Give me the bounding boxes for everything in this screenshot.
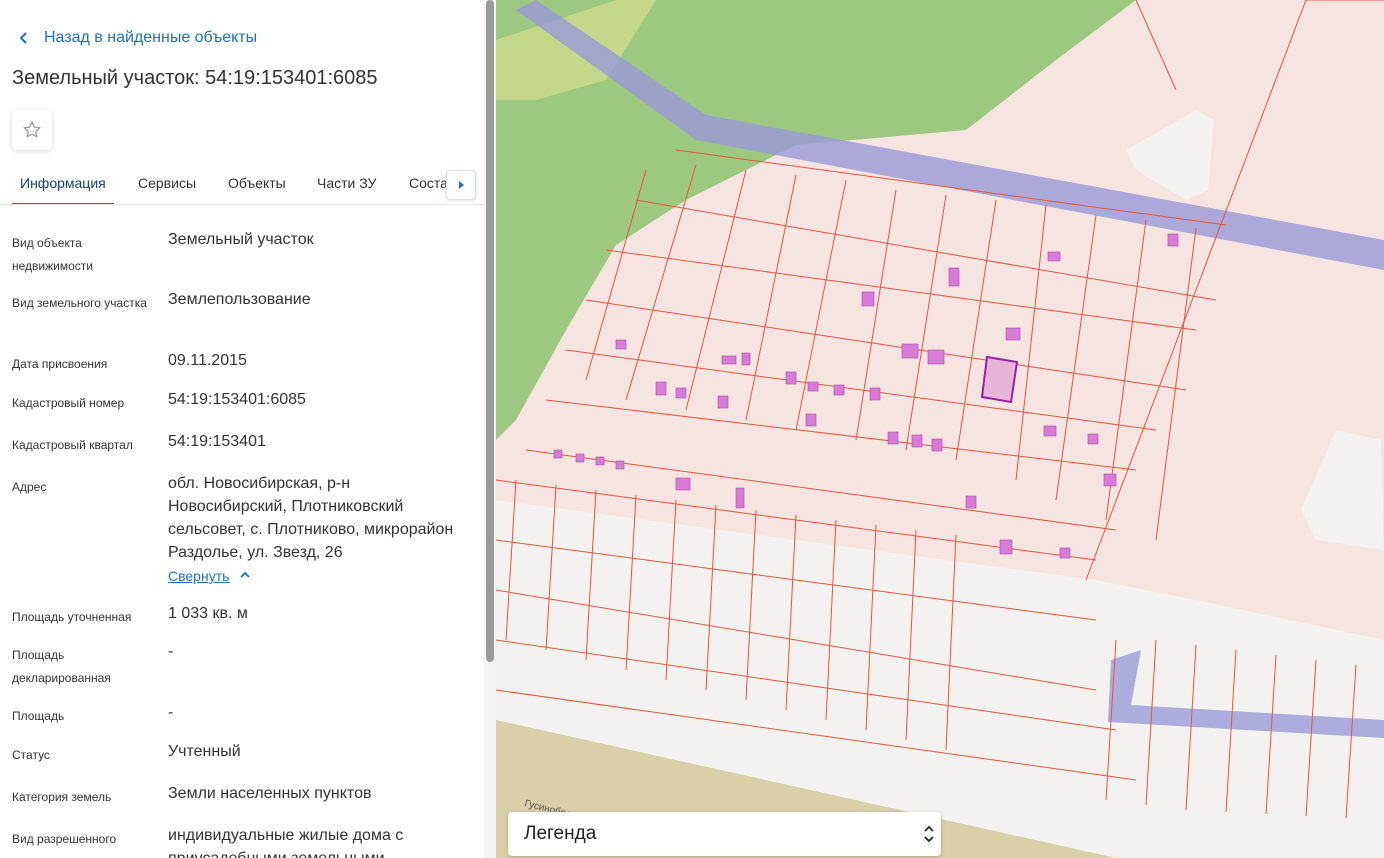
building (948, 267, 960, 287)
building (615, 339, 627, 350)
selected-parcel[interactable] (980, 355, 1019, 404)
building (675, 477, 691, 491)
tab-info[interactable]: Информация (12, 163, 114, 204)
field-label: Площадь уточненная (12, 610, 132, 624)
building (741, 352, 751, 366)
building (901, 343, 919, 359)
building (805, 413, 817, 427)
chevron-right-icon (459, 181, 464, 189)
collapse-link[interactable]: Свернуть (168, 568, 251, 584)
cadastral-map[interactable]: Гусинобро Легенда (496, 0, 1384, 858)
building (1043, 425, 1057, 437)
map-canvas[interactable]: Гусинобро (496, 0, 1384, 858)
building (1047, 251, 1061, 262)
building (931, 438, 943, 452)
building (887, 431, 899, 445)
building (869, 387, 881, 401)
field-value: Земельный участок (168, 231, 314, 248)
field-label: Площадь (12, 709, 65, 723)
tab-scroll-button[interactable] (446, 170, 476, 200)
field-value: 54:19:153401 (168, 433, 266, 450)
field-label: Вид земельного участка (12, 296, 147, 310)
building (717, 395, 729, 409)
field-label: Площадь декларированная (12, 648, 111, 685)
field-value: Землепользование (168, 291, 311, 308)
field-label: Вид разрешенного (12, 832, 117, 846)
star-outline-icon (23, 121, 41, 138)
info-panel: Назад в найденные объекты Земельный учас… (0, 0, 484, 858)
building (861, 291, 875, 307)
field-label: Статус (12, 748, 50, 762)
building (615, 460, 625, 470)
panel-scrollbar[interactable] (484, 0, 496, 858)
building (1087, 433, 1099, 445)
building (1103, 473, 1117, 487)
field-label: Адрес (12, 480, 47, 494)
chevron-left-icon (14, 28, 34, 48)
building (655, 381, 667, 396)
tab-services[interactable]: Сервисы (138, 163, 196, 204)
field-label: Дата присвоения (12, 357, 108, 371)
building (1005, 327, 1021, 341)
building (833, 384, 845, 396)
field-value: индивидуальные жилые дома с приусадебным… (168, 827, 404, 858)
field-value: 09.11.2015 (168, 352, 247, 369)
building (553, 449, 563, 459)
field-label: Категория земель (12, 790, 112, 804)
back-link-label: Назад в найденные объекты (44, 29, 258, 46)
field-value: Земли населенных пунктов (168, 785, 372, 802)
field-label: Вид объекта недвижимости (12, 236, 93, 273)
building (807, 381, 819, 392)
building (1167, 233, 1179, 247)
chevron-up-icon (239, 569, 251, 583)
field-value: обл. Новосибирская, р-н Новосибирский, П… (168, 475, 454, 561)
field-value: 54:19:153401:6085 (168, 391, 306, 408)
building (911, 434, 923, 448)
field-label: Кадастровый квартал (12, 438, 133, 452)
field-value: 1 033 кв. м (168, 605, 248, 622)
legend-dropdown[interactable]: Легенда (508, 812, 941, 856)
building (675, 387, 687, 399)
building (721, 355, 737, 365)
legend-label: Легенда (524, 823, 597, 844)
field-label: Кадастровый номер (12, 396, 125, 410)
tab-bar: Информация Сервисы Объекты Части ЗУ Сост… (0, 163, 484, 205)
building (965, 495, 977, 509)
field-value: - (168, 704, 174, 721)
tab-parts[interactable]: Части ЗУ (317, 163, 376, 204)
building (735, 487, 745, 509)
app: Назад в найденные объекты Земельный учас… (0, 0, 1384, 858)
building (575, 453, 585, 463)
scrollbar-thumb[interactable] (486, 0, 494, 662)
collapse-label: Свернуть (168, 568, 230, 584)
building (1059, 547, 1071, 559)
building (927, 349, 945, 365)
page-title: Земельный участок: 54:19:153401:6085 (12, 67, 378, 89)
building (999, 539, 1013, 555)
field-value: Учтенный (168, 743, 241, 760)
tab-objects[interactable]: Объекты (228, 163, 286, 204)
tab-composition[interactable]: Соста (409, 163, 448, 204)
field-value: - (168, 643, 174, 660)
building (595, 456, 605, 466)
favorite-button[interactable] (12, 110, 52, 150)
building (785, 371, 797, 385)
back-link[interactable]: Назад в найденные объекты (14, 28, 257, 48)
